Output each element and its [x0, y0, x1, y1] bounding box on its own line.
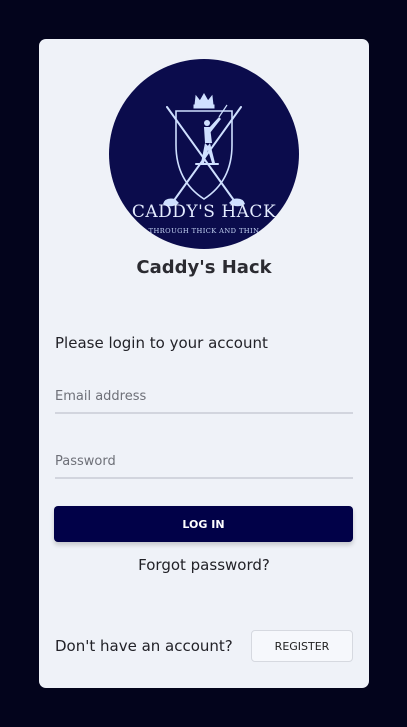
app-title: Caddy's Hack [136, 257, 272, 278]
logo-title: CADDY'S HACK [131, 202, 277, 222]
login-card: CADDY'S HACK THROUGH THICK AND THIN Cadd… [39, 39, 369, 688]
login-button[interactable]: LOG IN [54, 506, 353, 542]
password-field [55, 447, 353, 479]
brand-logo: CADDY'S HACK THROUGH THICK AND THIN [109, 59, 299, 249]
email-input[interactable] [55, 382, 353, 410]
register-button[interactable]: REGISTER [251, 630, 353, 662]
crown-icon [193, 92, 215, 109]
password-input[interactable] [55, 447, 353, 475]
logo-tagline: THROUGH THICK AND THIN [148, 227, 260, 235]
email-field [55, 382, 353, 414]
login-prompt: Please login to your account [55, 334, 268, 352]
forgot-password-link[interactable]: Forgot password? [39, 556, 369, 574]
register-prompt: Don't have an account? [55, 637, 233, 655]
